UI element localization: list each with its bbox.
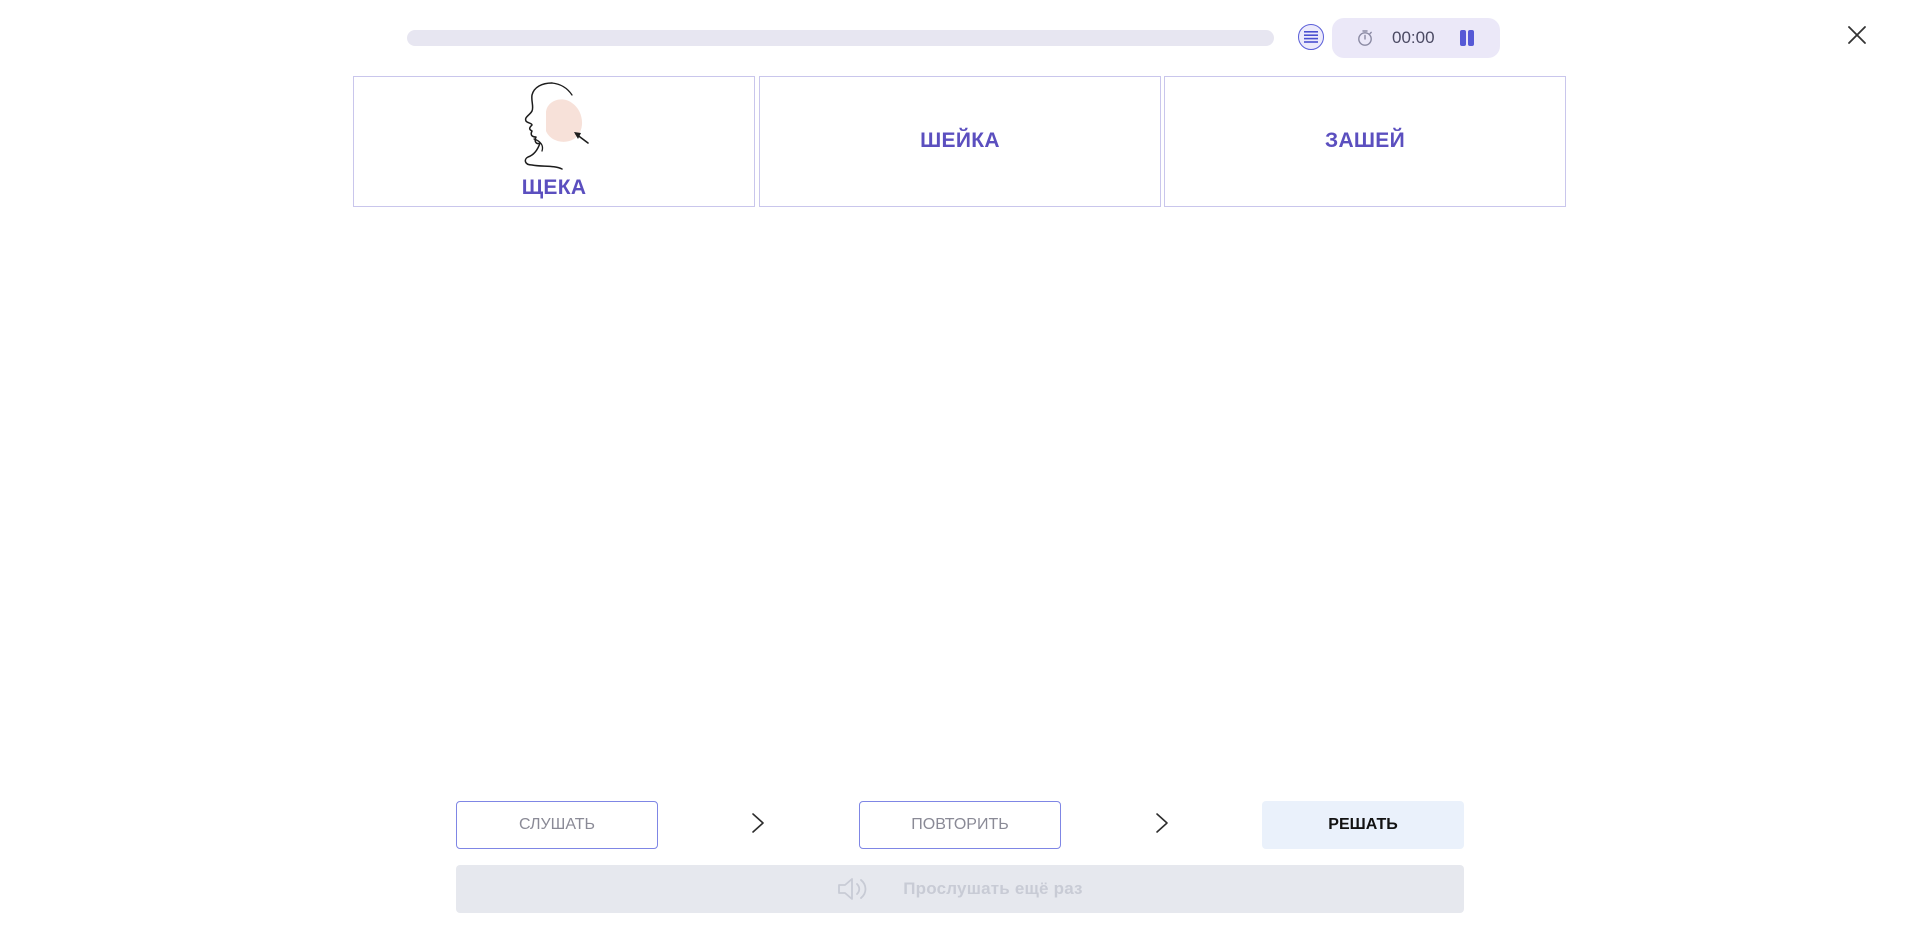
- word-card-label: ШЕЙКА: [920, 129, 1000, 152]
- replay-button[interactable]: Прослушать ещё раз: [456, 865, 1464, 913]
- listen-label: СЛУШАТЬ: [518, 816, 596, 833]
- speaker-icon: [838, 878, 867, 900]
- list-icon: [1304, 31, 1318, 43]
- timer-value: 00:00: [1392, 28, 1435, 47]
- timer-panel: 00:00: [1332, 18, 1500, 58]
- exercise-screen: 00:00 ЩЕКА ШЕЙКА ЗАШЕЙ СЛУШАТЬ ПОВТОРИТЬ…: [0, 0, 1920, 941]
- repeat-label: ПОВТОРИТЬ: [911, 816, 1009, 833]
- face-cheek-illustration: [524, 82, 589, 170]
- progress-bar: [407, 30, 1274, 46]
- repeat-button[interactable]: ПОВТОРИТЬ: [859, 801, 1061, 849]
- solve-button[interactable]: РЕШАТЬ: [1262, 801, 1464, 849]
- word-card-label: ЩЕКА: [521, 176, 587, 199]
- word-card-1[interactable]: ЩЕКА: [353, 76, 755, 207]
- chevron-right-icon: [752, 813, 764, 833]
- close-icon[interactable]: [1846, 24, 1868, 46]
- replay-label: Прослушать ещё раз: [903, 879, 1083, 898]
- listen-button[interactable]: СЛУШАТЬ: [456, 801, 658, 849]
- list-button[interactable]: [1298, 24, 1324, 50]
- word-card-2[interactable]: ШЕЙКА: [759, 76, 1161, 207]
- word-card-3[interactable]: ЗАШЕЙ: [1164, 76, 1566, 207]
- pause-button[interactable]: [1458, 29, 1476, 47]
- word-card-label: ЗАШЕЙ: [1324, 129, 1406, 152]
- chevron-right-icon: [1156, 813, 1168, 833]
- solve-label: РЕШАТЬ: [1328, 816, 1398, 833]
- stopwatch-icon: [1358, 30, 1372, 46]
